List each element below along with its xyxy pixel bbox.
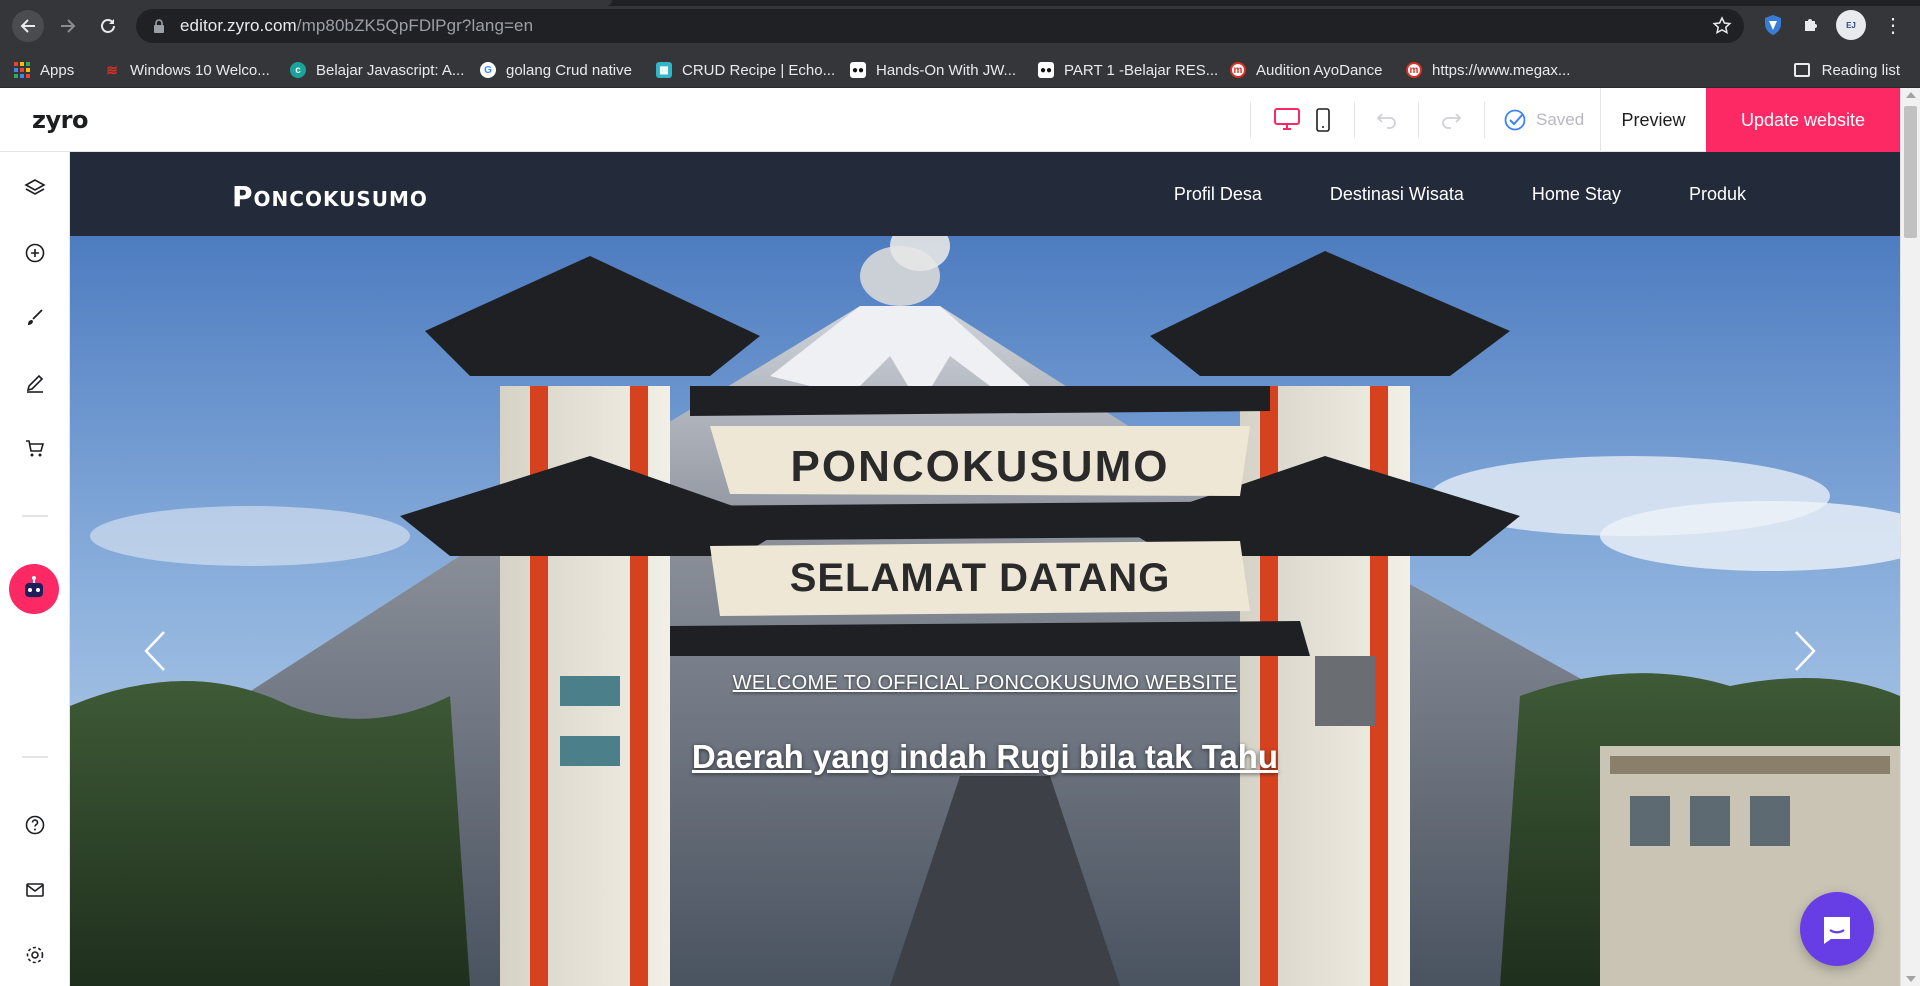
design-brush-icon[interactable] <box>23 306 47 330</box>
undo-icon[interactable] <box>1376 110 1398 130</box>
sign-top-text: PONCOKUSUMO <box>791 442 1170 491</box>
url-host: editor.zyro.com <box>180 16 297 35</box>
address-bar[interactable]: editor.zyro.com/mp80bZK5QpFDlPgr?lang=en <box>136 9 1744 43</box>
reading-list-icon <box>1793 63 1810 77</box>
sidebar-divider <box>22 756 48 758</box>
bookmark-label: PART 1 -Belajar RES... <box>1064 61 1219 79</box>
mobile-view-icon[interactable] <box>1316 108 1330 132</box>
bookmark-golang[interactable]: G golang Crud native <box>480 52 632 88</box>
hero-title[interactable]: Daerah yang indah Rugi bila tak Tahu <box>70 738 1900 776</box>
arrow-right-icon <box>61 19 76 33</box>
zyro-logo[interactable]: zyro <box>32 106 88 134</box>
lock-icon <box>152 19 166 33</box>
google-icon: G <box>480 62 496 78</box>
mail-icon[interactable] <box>23 878 47 902</box>
add-element-icon[interactable] <box>23 241 47 265</box>
url-path: /mp80bZK5QpFDlPgr?lang=en <box>296 16 534 35</box>
url-text: editor.zyro.com/mp80bZK5QpFDlPgr?lang=en <box>180 16 533 36</box>
codepolitan-icon: c <box>290 62 306 78</box>
bookmark-apps[interactable]: Apps <box>14 52 74 88</box>
nav-link-produk[interactable]: Produk <box>1689 184 1746 205</box>
bookmark-crud-recipe[interactable]: ▦ CRUD Recipe | Echo... <box>656 52 835 88</box>
bookmark-star-icon[interactable] <box>1712 16 1732 36</box>
hero-subtitle[interactable]: WELCOME TO OFFICIAL PONCOKUSUMO WEBSITE <box>70 672 1900 695</box>
medium-icon: ●● <box>1038 62 1054 78</box>
bookmark-hands-on[interactable]: ●● Hands-On With JW... <box>850 52 1016 88</box>
hero-background-image: PONCOKUSUMO SELAMAT DATANG <box>70 236 1900 986</box>
store-cart-icon[interactable] <box>23 436 47 460</box>
bookmark-label: Hands-On With JW... <box>876 61 1017 79</box>
scroll-up-arrow-icon[interactable] <box>1906 92 1916 98</box>
editor-sidebar <box>0 152 70 986</box>
active-tab[interactable] <box>0 0 612 6</box>
bookmark-label: Windows 10 Welco... <box>130 61 270 79</box>
divider <box>1418 102 1419 138</box>
live-chat-button[interactable] <box>1800 892 1874 966</box>
apps-grid-icon <box>14 62 30 78</box>
bookmark-megaxus[interactable]: m https://www.megax... <box>1406 52 1570 88</box>
bookmark-label: CRUD Recipe | Echo... <box>682 61 836 79</box>
update-website-button[interactable]: Update website <box>1706 88 1900 152</box>
preview-button[interactable]: Preview <box>1600 88 1706 152</box>
bookmark-label: Apps <box>40 61 75 79</box>
bookmark-label: Belajar Javascript: A... <box>316 61 465 79</box>
site-logo[interactable]: Poncokusumo <box>232 180 428 213</box>
site-nav: Profil Desa Destinasi Wisata Home Stay P… <box>1174 152 1746 236</box>
sign-bottom-text: SELAMAT DATANG <box>790 556 1171 600</box>
edit-pen-icon[interactable] <box>23 371 47 395</box>
reading-list-button[interactable]: Reading list <box>1793 52 1900 88</box>
slider-prev-arrow-icon[interactable] <box>136 626 176 676</box>
scrollbar-thumb[interactable] <box>1904 106 1917 238</box>
shield-extension-icon[interactable] <box>1760 12 1786 38</box>
divider <box>1354 102 1355 138</box>
website-canvas[interactable]: Poncokusumo Profil Desa Destinasi Wisata… <box>70 152 1900 986</box>
reading-list-label: Reading list <box>1821 61 1900 79</box>
reload-icon <box>101 19 115 33</box>
ai-assistant-icon[interactable] <box>9 564 59 614</box>
layers-icon[interactable] <box>23 176 47 200</box>
bookmark-audition[interactable]: m Audition AyoDance <box>1230 52 1382 88</box>
browser-menu-icon[interactable]: ⋮ <box>1880 12 1906 38</box>
saved-label: Saved <box>1536 110 1585 129</box>
bookmark-label: https://www.megax... <box>1432 61 1571 79</box>
bookmark-part1[interactable]: ●● PART 1 -Belajar RES... <box>1038 52 1218 88</box>
desktop-view-icon[interactable] <box>1274 108 1300 130</box>
hero-slider[interactable]: PONCOKUSUMO SELAMAT DATANG WELCOME TO OF… <box>70 236 1900 986</box>
browser-toolbar: editor.zyro.com/mp80bZK5QpFDlPgr?lang=en… <box>0 0 1920 52</box>
arrow-left-icon <box>20 19 35 33</box>
echo-icon: ▦ <box>656 62 672 78</box>
reload-button[interactable] <box>92 10 124 42</box>
divider <box>1484 102 1485 138</box>
check-circle-icon <box>1504 109 1526 131</box>
bookmark-label: golang Crud native <box>506 61 632 79</box>
wifi-icon: ≋ <box>106 61 118 78</box>
megaxus-icon: m <box>1406 62 1422 78</box>
sidebar-divider <box>22 515 48 517</box>
saved-status: Saved <box>1504 108 1584 132</box>
divider <box>1250 102 1251 138</box>
bookmark-windows[interactable]: ≋ Windows 10 Welco... <box>104 52 270 88</box>
site-header[interactable]: Poncokusumo Profil Desa Destinasi Wisata… <box>70 152 1900 236</box>
scroll-down-arrow-icon[interactable] <box>1906 976 1916 982</box>
redo-icon[interactable] <box>1440 110 1462 130</box>
forward-button[interactable] <box>52 10 84 42</box>
help-icon[interactable] <box>23 813 47 837</box>
nav-link-destinasi-wisata[interactable]: Destinasi Wisata <box>1330 184 1464 205</box>
profile-avatar[interactable]: EJ <box>1836 10 1866 40</box>
tab-strip <box>0 0 1920 6</box>
settings-gear-icon[interactable] <box>23 943 47 967</box>
bookmark-label: Audition AyoDance <box>1256 61 1383 79</box>
extensions-puzzle-icon[interactable] <box>1798 12 1824 38</box>
back-button[interactable] <box>12 10 44 42</box>
medium-icon: ●● <box>850 62 866 78</box>
slider-next-arrow-icon[interactable] <box>1784 626 1824 676</box>
nav-link-home-stay[interactable]: Home Stay <box>1532 184 1621 205</box>
editor-header: zyro Saved Preview Update website <box>0 88 1900 152</box>
page-scrollbar[interactable] <box>1900 88 1920 986</box>
megaxus-icon: m <box>1230 62 1246 78</box>
bookmarks-bar: Apps ≋ Windows 10 Welco... c Belajar Jav… <box>0 52 1920 88</box>
bookmark-javascript[interactable]: c Belajar Javascript: A... <box>290 52 464 88</box>
nav-link-profil-desa[interactable]: Profil Desa <box>1174 184 1262 205</box>
chat-icon <box>1824 917 1850 944</box>
